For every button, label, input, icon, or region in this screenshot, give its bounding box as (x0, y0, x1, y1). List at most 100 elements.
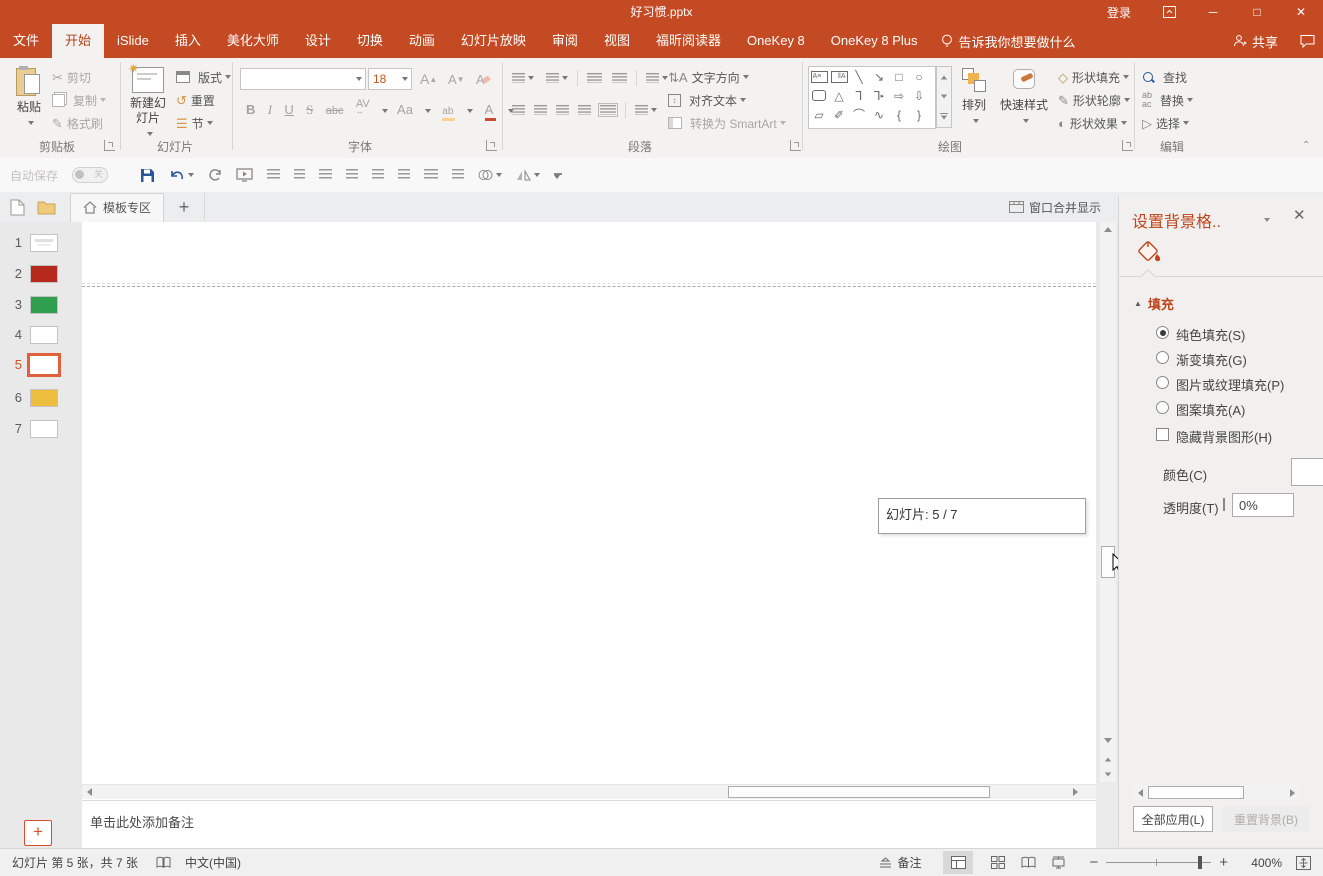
align-right-icon[interactable] (556, 105, 569, 115)
shrink-font-button[interactable]: A▼ (448, 68, 465, 90)
h-scroll-left-button[interactable] (82, 785, 96, 799)
comments-icon[interactable] (1300, 34, 1315, 48)
font-dialog-launcher[interactable] (486, 140, 497, 151)
align-center-objects-button[interactable] (294, 169, 305, 181)
label-picture-fill[interactable]: 图片或纹理填充(P) (1176, 375, 1284, 394)
tab-beautify[interactable]: 美化大师 (214, 24, 292, 58)
collapse-ribbon-button[interactable]: ⌃ (1302, 140, 1310, 151)
paragraph-dialog-launcher[interactable] (790, 140, 801, 151)
tab-home[interactable]: 开始 (52, 24, 104, 58)
radio-pattern-fill[interactable] (1156, 401, 1169, 414)
layout-button[interactable]: 版式 (176, 66, 231, 88)
label-pattern-fill[interactable]: 图案填充(A) (1176, 400, 1245, 419)
pane-scroll-right-button[interactable] (1285, 785, 1299, 800)
tab-onekey8plus[interactable]: OneKey 8 Plus (818, 24, 931, 58)
change-case-button[interactable]: Aa (397, 102, 413, 117)
undo-button[interactable] (169, 169, 194, 182)
shape-triangle-icon[interactable]: △ (829, 86, 849, 105)
new-tab-button[interactable]: + (164, 193, 205, 221)
color-picker-button[interactable] (1291, 458, 1323, 486)
shape-arrow-icon[interactable]: ↘ (869, 67, 889, 86)
reading-view-button[interactable] (1013, 851, 1043, 874)
cut-button[interactable]: ✂剪切 (52, 66, 91, 88)
font-size-combo[interactable]: 18 (368, 68, 412, 90)
slideshow-view-button[interactable] (1043, 851, 1073, 874)
zoom-slider-thumb[interactable] (1198, 856, 1202, 869)
tab-foxit[interactable]: 福昕阅读器 (643, 24, 734, 58)
next-slide-button[interactable] (1100, 767, 1116, 781)
subscript-button[interactable]: abc (326, 105, 344, 117)
slide-thumb-1[interactable]: 1 (0, 230, 82, 260)
slide-counter[interactable]: 幻灯片 第 5 张，共 7 张 (12, 854, 138, 871)
line-spacing-icon[interactable] (646, 73, 659, 83)
bullets-icon[interactable] (512, 73, 525, 83)
underline-button[interactable]: U (284, 102, 293, 117)
checkbox-hide-background[interactable] (1156, 428, 1169, 441)
normal-view-button[interactable] (943, 851, 973, 874)
v-scroll-up-button[interactable] (1100, 222, 1116, 237)
slide-thumb-3[interactable]: 3 (0, 292, 82, 322)
shape-textbox-icon[interactable]: A≡ (809, 67, 829, 86)
pane-scroll-thumb[interactable] (1148, 786, 1244, 799)
document-tab[interactable]: 模板专区 (70, 193, 164, 222)
shape-left-brace-icon[interactable]: { (889, 105, 909, 124)
tab-insert[interactable]: 插入 (162, 24, 214, 58)
copy-button[interactable]: 复制 (52, 89, 106, 111)
section-button[interactable]: ☰节 (176, 112, 213, 134)
horizontal-scrollbar[interactable] (82, 784, 1096, 799)
distribute-horizontal-button[interactable] (424, 169, 438, 181)
transparency-input[interactable]: 0% (1232, 493, 1294, 517)
slide-sorter-view-button[interactable] (983, 851, 1013, 874)
transparency-slider[interactable] (1223, 498, 1225, 511)
pane-scroll-left-button[interactable] (1133, 785, 1147, 800)
paste-button[interactable]: 粘贴 (6, 64, 52, 136)
shape-freeform-icon[interactable]: ▱ (809, 105, 829, 124)
shape-fill-button[interactable]: ◇形状填充 (1058, 66, 1129, 88)
clipboard-dialog-launcher[interactable] (104, 140, 115, 151)
shape-down-arrow-icon[interactable]: ⇩ (909, 86, 929, 105)
tab-onekey8[interactable]: OneKey 8 (734, 24, 818, 58)
sign-in-button[interactable]: 登录 (1091, 0, 1147, 24)
slide-thumb-2[interactable]: 2 (0, 261, 82, 291)
align-text-button[interactable]: ↕对齐文本 (668, 89, 746, 111)
radio-picture-fill[interactable] (1156, 376, 1169, 389)
new-slide-plus-button[interactable]: + (24, 820, 52, 846)
slide-thumb-7[interactable]: 7 (0, 416, 82, 446)
shape-effects-button[interactable]: ◐形状效果 (1058, 112, 1127, 134)
drawing-dialog-launcher[interactable] (1122, 140, 1133, 151)
previous-slide-button[interactable] (1100, 752, 1116, 766)
shape-oval-icon[interactable]: ○ (909, 67, 929, 86)
merge-windows-button[interactable]: 窗口合并显示 (1009, 199, 1101, 216)
label-hide-background[interactable]: 隐藏背景图形(H) (1176, 427, 1272, 446)
v-scroll-thumb[interactable] (1101, 546, 1115, 578)
shape-scribble-icon[interactable]: ✐ (829, 105, 849, 124)
shape-arc-icon[interactable]: ⌒ (849, 105, 869, 124)
slide-thumb-4[interactable]: 4 (0, 322, 82, 352)
tell-me-box[interactable]: 告诉我你想要做什么 (931, 24, 1086, 58)
notes-placeholder[interactable]: 单击此处添加备注 (82, 801, 1096, 831)
shape-vertical-textbox-icon[interactable]: ‖A (829, 67, 849, 86)
radio-gradient-fill[interactable] (1156, 351, 1169, 364)
distribute-vertical-button[interactable] (452, 169, 464, 181)
shape-line-icon[interactable]: ╲ (849, 67, 869, 86)
slideshow-from-current-button[interactable] (236, 168, 253, 182)
tab-review[interactable]: 审阅 (539, 24, 591, 58)
tab-view[interactable]: 视图 (591, 24, 643, 58)
quick-styles-button[interactable]: 快速样式 (996, 64, 1052, 136)
vertical-scrollbar[interactable] (1100, 222, 1116, 782)
fill-bucket-icon[interactable] (1135, 240, 1163, 266)
notes-pane[interactable]: 单击此处添加备注 (82, 800, 1096, 848)
pane-h-scrollbar[interactable] (1133, 785, 1299, 800)
pane-menu-caret[interactable] (1264, 218, 1270, 222)
arrange-button[interactable]: 排列 (954, 64, 994, 136)
format-painter-button[interactable]: ✎格式刷 (52, 112, 103, 134)
tab-transitions[interactable]: 切换 (344, 24, 396, 58)
save-button[interactable] (140, 168, 155, 183)
tab-slideshow[interactable]: 幻灯片放映 (448, 24, 539, 58)
reset-button[interactable]: ↺重置 (176, 89, 215, 111)
align-center-icon[interactable] (534, 105, 547, 115)
tab-file[interactable]: 文件 (0, 24, 52, 58)
maximize-button[interactable]: □ (1235, 0, 1279, 24)
shape-gallery[interactable]: A≡ ‖A ╲ ↘ □ ○ △ Ꞁ Ꞁ▸ ⇨ ⇩ ▱ ✐ ⌒ ∿ { } (808, 66, 936, 129)
tab-design[interactable]: 设计 (292, 24, 344, 58)
